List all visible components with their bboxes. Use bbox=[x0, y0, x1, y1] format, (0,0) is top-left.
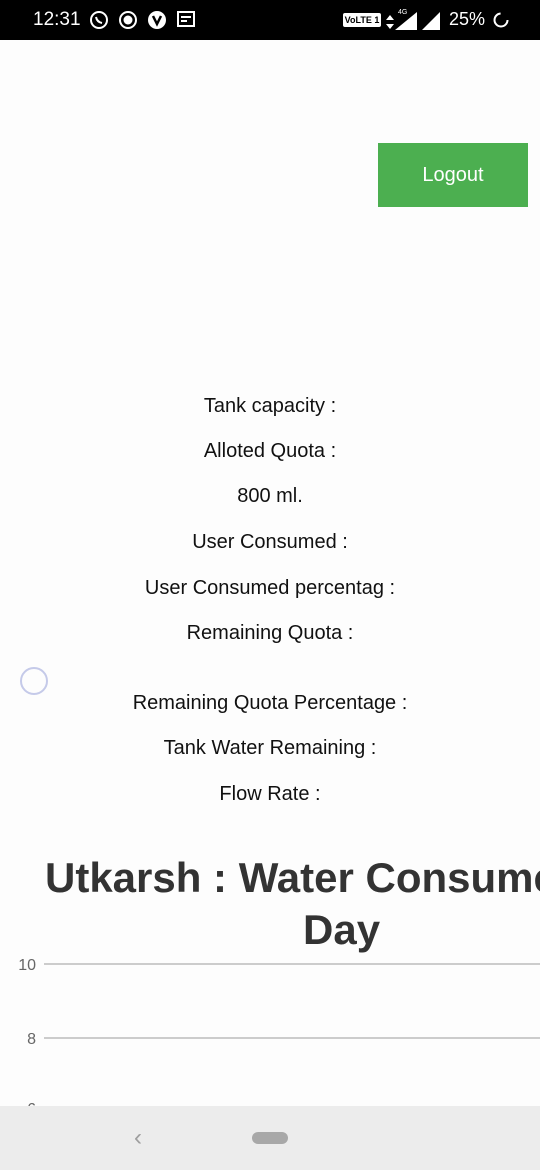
news-icon bbox=[177, 10, 195, 33]
tank-capacity-label: Tank capacity : bbox=[203, 395, 337, 417]
back-icon[interactable]: ‹ bbox=[134, 1124, 142, 1152]
status-time: 12:31 bbox=[33, 9, 81, 30]
navigation-bar: ‹ bbox=[0, 1106, 540, 1170]
y-tick-label-8: 8 bbox=[27, 1031, 36, 1048]
user-consumed-percentage-label: User Consumed percentag : bbox=[144, 577, 396, 599]
loading-spinner-icon bbox=[20, 667, 48, 695]
remaining-quota-label: Remaining Quota : bbox=[186, 622, 354, 644]
volte-badge: VoLTE 1 bbox=[343, 13, 381, 27]
record-icon bbox=[118, 10, 138, 35]
whatsapp-icon bbox=[89, 10, 109, 35]
y-tick-label-10: 10 bbox=[18, 957, 36, 974]
water-consumption-chart: 10 8 6 bbox=[18, 957, 540, 1110]
battery-percentage: 25% bbox=[449, 9, 486, 29]
tank-water-remaining-label: Tank Water Remaining : bbox=[163, 737, 377, 759]
logout-button[interactable]: Logout bbox=[378, 143, 528, 207]
status-bar: 12:31 VoLTE 1 4G 25% bbox=[0, 0, 540, 40]
flow-rate-label: Flow Rate : bbox=[219, 783, 321, 805]
app-notification-icon bbox=[147, 10, 167, 35]
data-arrows-icon bbox=[386, 15, 394, 34]
alloted-quota-value: 800 ml. bbox=[237, 485, 303, 507]
chart-title-line-1: Utkarsh : Water Consume bbox=[45, 854, 540, 901]
user-consumed-label: User Consumed : bbox=[192, 531, 348, 553]
signal-2-icon bbox=[422, 12, 440, 35]
alloted-quota-label: Alloted Quota : bbox=[203, 440, 337, 462]
battery-charging-icon bbox=[493, 11, 509, 34]
home-pill-icon[interactable] bbox=[252, 1132, 288, 1144]
signal-icon bbox=[395, 12, 417, 35]
remaining-quota-percentage-label: Remaining Quota Percentage : bbox=[132, 692, 408, 714]
